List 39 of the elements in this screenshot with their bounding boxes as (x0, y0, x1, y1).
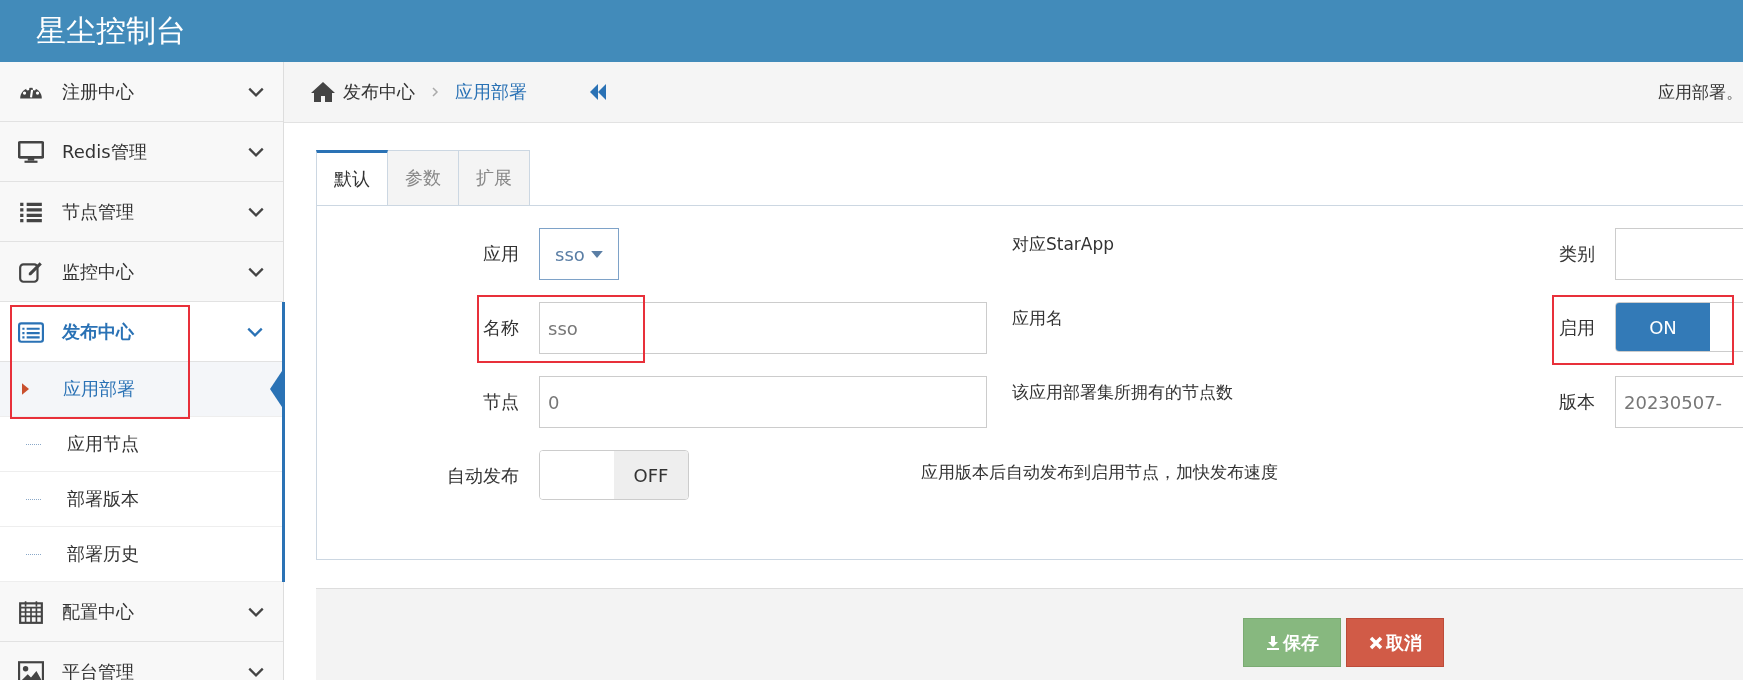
field-label: 启用 (1558, 316, 1596, 340)
cancel-button[interactable]: 取消 (1346, 618, 1444, 667)
help-text: 该应用部署集所拥有的节点数 (1011, 381, 1234, 404)
select-field[interactable]: sso (539, 228, 619, 280)
input-field[interactable]: 20230507- (1615, 376, 1743, 428)
sidebar-item[interactable]: 发布中心 (0, 302, 282, 362)
input-field[interactable]: sso (539, 302, 987, 354)
help-text: 应用版本后自动发布到启用节点，加快发布速度 (920, 461, 1279, 484)
caret-down-icon (590, 250, 603, 258)
download-icon (1265, 635, 1280, 650)
picture-icon (18, 658, 44, 680)
toggle-switch[interactable]: ON (1615, 302, 1743, 352)
chevron-right-icon (431, 86, 439, 98)
sidebar-subitem[interactable]: 部署历史 (0, 527, 282, 582)
help-text: 应用名 (1011, 307, 1064, 330)
calendar-icon (18, 598, 44, 625)
help-text: 对应StarApp (1011, 233, 1116, 256)
breadcrumb-link[interactable]: 应用部署 (455, 80, 527, 104)
monitor-icon (18, 138, 44, 165)
close-icon (1368, 635, 1383, 650)
input-field[interactable]: 0 (539, 376, 987, 428)
sidebar-subitem[interactable]: 应用部署 (0, 362, 282, 417)
toggle-switch[interactable]: OFF (539, 450, 689, 500)
field-label: 应用 (482, 242, 520, 266)
sidebar-subitem[interactable]: 应用节点 (0, 417, 282, 472)
home-icon[interactable] (311, 81, 335, 103)
app-title: 星尘控制台 (36, 11, 186, 50)
active-pointer-icon (270, 371, 282, 407)
field-label: 自动发布 (446, 464, 520, 488)
field-label: 节点 (482, 390, 520, 414)
field-label: 类别 (1558, 242, 1596, 266)
caret-right-icon (22, 383, 29, 395)
field-label: 版本 (1558, 390, 1596, 414)
double-left-arrow-icon[interactable] (589, 84, 607, 100)
breadcrumb-link[interactable]: 发布中心 (343, 80, 415, 104)
tab[interactable]: 默认 (316, 150, 388, 205)
page-note: 应用部署。 (1658, 80, 1743, 104)
field-label: 名称 (482, 316, 520, 340)
sidebar-subitem[interactable]: 部署版本 (0, 472, 282, 527)
